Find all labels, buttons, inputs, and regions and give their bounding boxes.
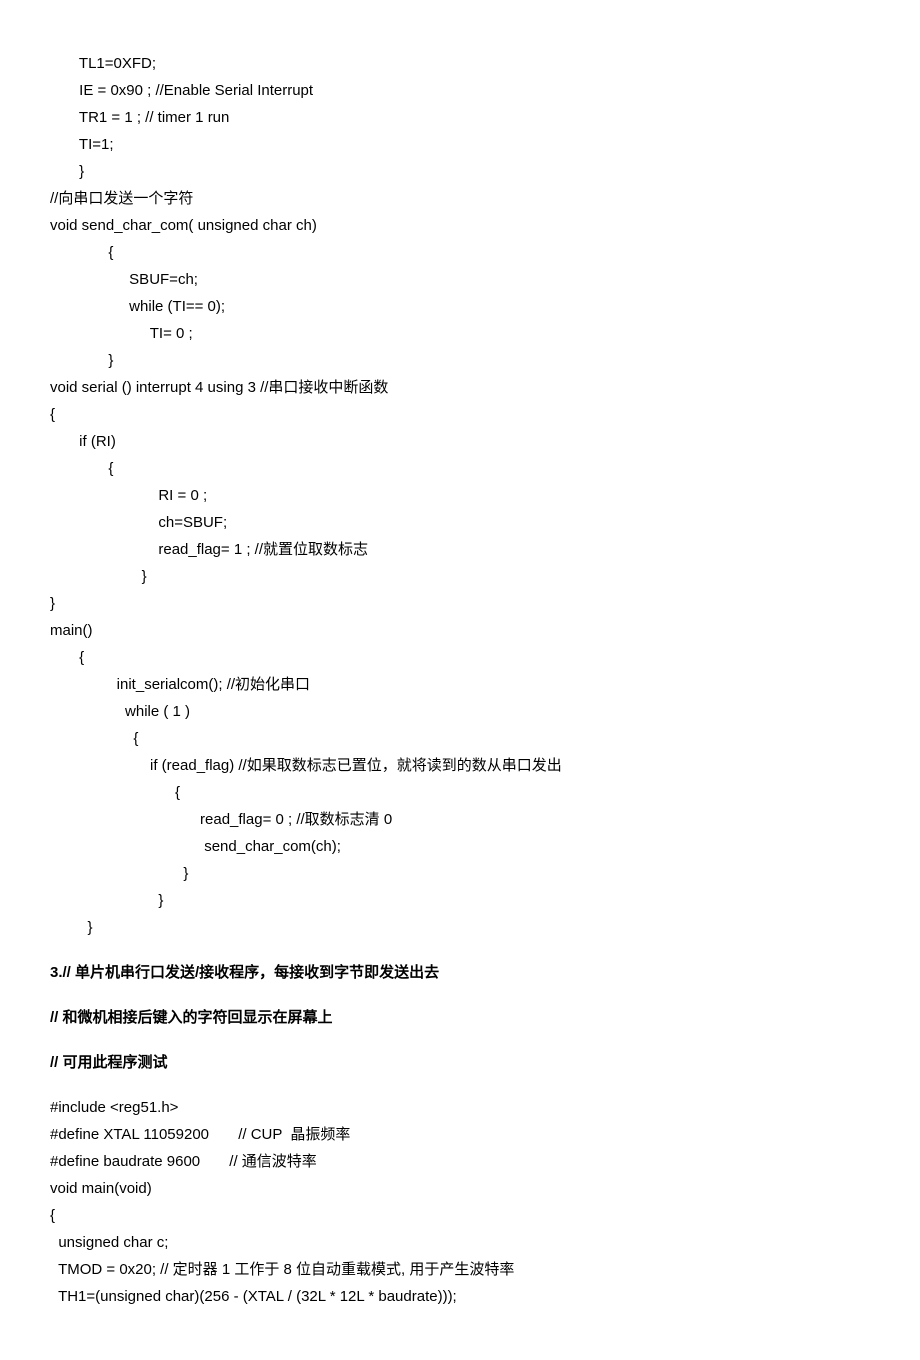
code-line: while (TI== 0); [50,293,870,320]
code-line: } [50,914,870,941]
code-line: if (read_flag) //如果取数标志已置位，就将读到的数从串口发出 [50,752,870,779]
code-line: } [50,158,870,185]
code-block-2: #include <reg51.h> #define XTAL 11059200… [50,1094,870,1310]
code-line: { [50,401,870,428]
code-line: { [50,644,870,671]
code-line: read_flag= 1 ; //就置位取数标志 [50,536,870,563]
code-line: } [50,860,870,887]
code-line: #define XTAL 11059200 // CUP 晶振频率 [50,1121,870,1148]
code-line: } [50,563,870,590]
code-line: TL1=0XFD; [50,50,870,77]
section-heading-4: // 和微机相接后键入的字符回显示在屏幕上 [50,1004,870,1031]
code-line: { [50,239,870,266]
code-line: while ( 1 ) [50,698,870,725]
code-line: #include <reg51.h> [50,1094,870,1121]
code-line: TMOD = 0x20; // 定时器 1 工作于 8 位自动重载模式, 用于产… [50,1256,870,1283]
code-line: { [50,725,870,752]
code-line: #define baudrate 9600 // 通信波特率 [50,1148,870,1175]
code-line: TI= 0 ; [50,320,870,347]
code-line: { [50,455,870,482]
section-heading-3: 3.// 单片机串行口发送/接收程序，每接收到字节即发送出去 [50,959,870,986]
code-line: TI=1; [50,131,870,158]
code-line: unsigned char c; [50,1229,870,1256]
code-line: ch=SBUF; [50,509,870,536]
code-line: { [50,1202,870,1229]
code-line: void send_char_com( unsigned char ch) [50,212,870,239]
code-line: //向串口发送一个字符 [50,185,870,212]
code-line: { [50,779,870,806]
code-line: init_serialcom(); //初始化串口 [50,671,870,698]
code-line: send_char_com(ch); [50,833,870,860]
code-line: void main(void) [50,1175,870,1202]
code-line: main() [50,617,870,644]
code-line: RI = 0 ; [50,482,870,509]
code-line: } [50,590,870,617]
code-line: read_flag= 0 ; //取数标志清 0 [50,806,870,833]
code-line: } [50,887,870,914]
code-block-1: TL1=0XFD; IE = 0x90 ; //Enable Serial In… [50,50,870,941]
code-line: IE = 0x90 ; //Enable Serial Interrupt [50,77,870,104]
code-line: TR1 = 1 ; // timer 1 run [50,104,870,131]
code-line: } [50,347,870,374]
code-line: SBUF=ch; [50,266,870,293]
code-line: void serial () interrupt 4 using 3 //串口接… [50,374,870,401]
code-line: TH1=(unsigned char)(256 - (XTAL / (32L *… [50,1283,870,1310]
code-line: if (RI) [50,428,870,455]
section-heading-5: // 可用此程序测试 [50,1049,870,1076]
